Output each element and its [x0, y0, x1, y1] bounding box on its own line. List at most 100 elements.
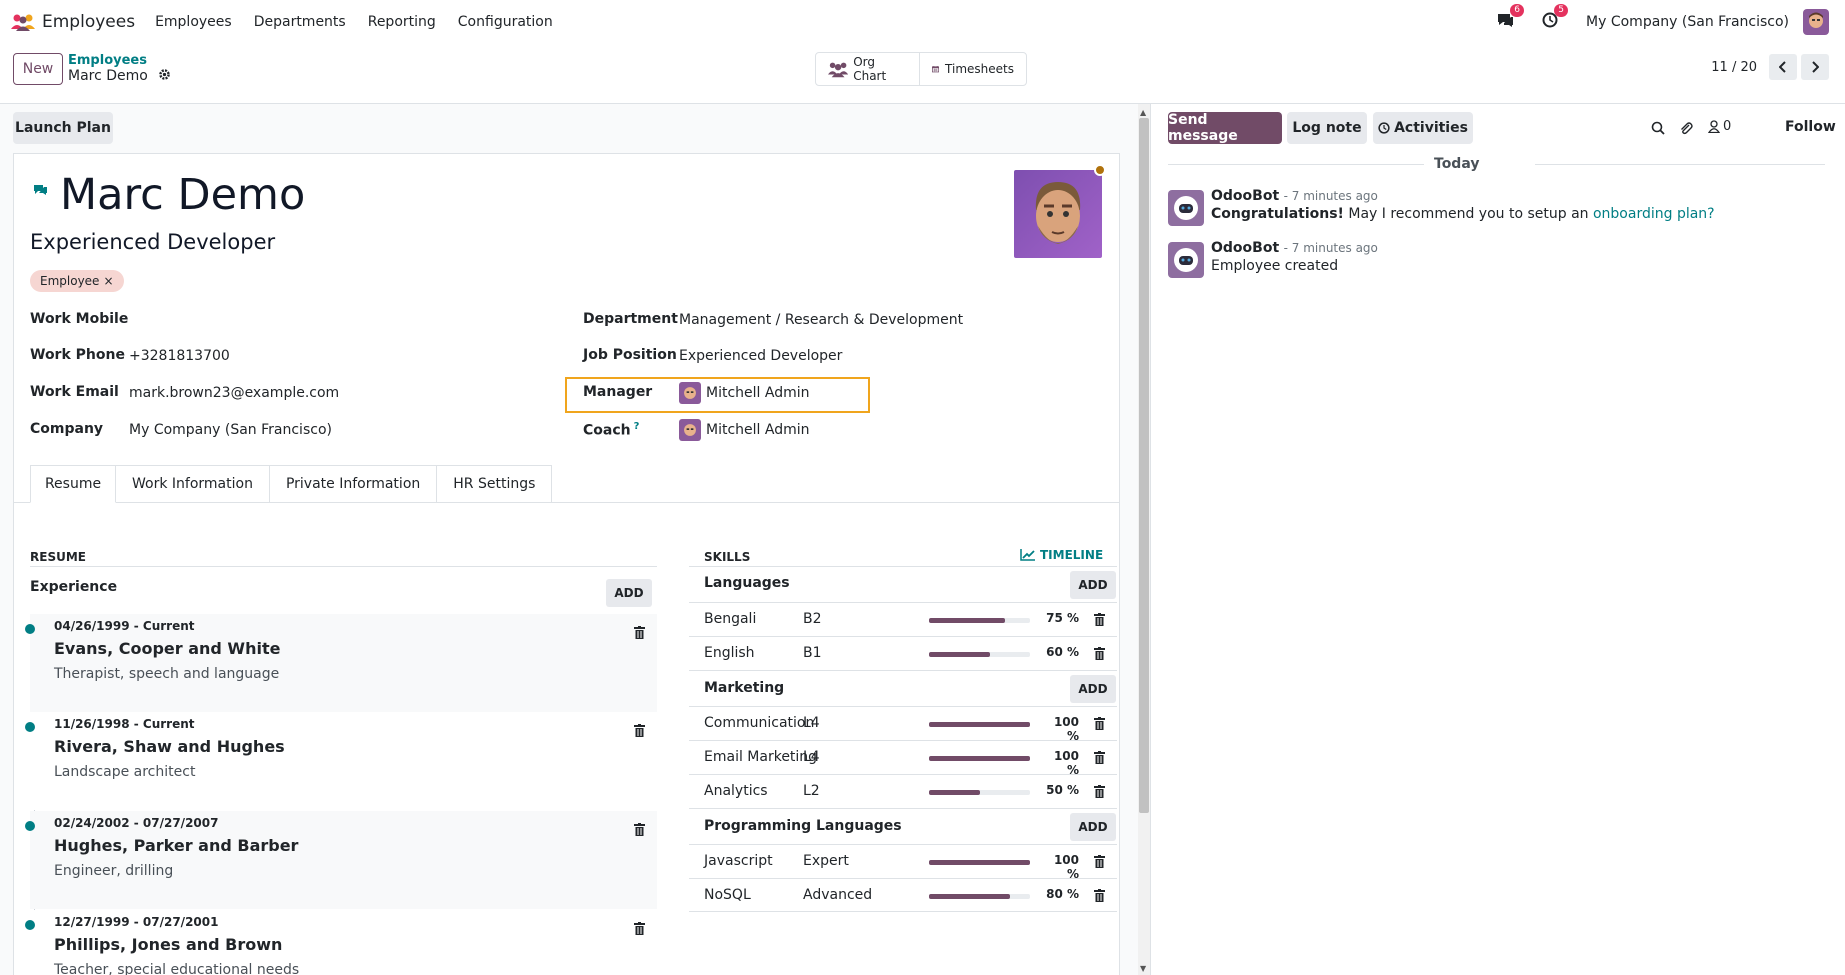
app-home[interactable]: Employees [10, 12, 135, 32]
pager-next[interactable] [1801, 54, 1829, 80]
timesheets-button[interactable]: Timesheets [919, 52, 1027, 86]
job-title[interactable]: Experienced Developer [30, 230, 275, 254]
form-scrollbar[interactable]: ▲ ▼ [1138, 104, 1150, 975]
skill-progress-bar [929, 860, 1030, 865]
add-skill-button[interactable]: ADD [1070, 571, 1116, 599]
job-position-label: Job Position [583, 347, 677, 363]
resume-item[interactable]: 12/27/1999 - 07/27/2001 Phillips, Jones … [25, 910, 657, 975]
coach-field[interactable]: Mitchell Admin [679, 419, 810, 441]
trash-icon[interactable] [1094, 717, 1105, 730]
manager-avatar-image [684, 387, 696, 399]
timeline-button[interactable]: TIMELINE [1020, 548, 1103, 562]
odoobot-avatar[interactable] [1168, 242, 1204, 278]
resume-date: 12/27/1999 - 07/27/2001 [54, 915, 219, 929]
menu-departments[interactable]: Departments [254, 14, 346, 30]
add-skill-button[interactable]: ADD [1070, 813, 1116, 841]
message-time: - 7 minutes ago [1283, 189, 1378, 203]
tab-resume[interactable]: Resume [30, 465, 116, 503]
skill-row[interactable]: Javascript Expert 100 % [689, 844, 1117, 881]
user-avatar[interactable] [1803, 9, 1829, 35]
tab-hr-settings[interactable]: HR Settings [437, 465, 553, 503]
new-button[interactable]: New [13, 53, 63, 85]
odoobot-avatar[interactable] [1168, 190, 1204, 226]
trash-icon[interactable] [634, 626, 645, 639]
pager-value[interactable]: 11 / 20 [1711, 60, 1757, 75]
skill-row[interactable]: English B1 60 % [689, 636, 1117, 670]
department-field[interactable]: Management / Research & Development [679, 312, 963, 328]
launch-plan-button[interactable]: Launch Plan [13, 112, 113, 144]
trash-icon[interactable] [1094, 889, 1105, 902]
menu-reporting[interactable]: Reporting [368, 14, 436, 30]
trash-icon[interactable] [634, 724, 645, 737]
trash-icon[interactable] [1094, 785, 1105, 798]
menu-employees[interactable]: Employees [155, 14, 232, 30]
trash-icon[interactable] [634, 823, 645, 836]
resume-item[interactable]: 11/26/1998 - Current Rivera, Shaw and Hu… [25, 712, 657, 810]
follow-button[interactable]: Follow [1785, 119, 1836, 135]
tab-work-information[interactable]: Work Information [116, 465, 270, 503]
trash-icon[interactable] [1094, 647, 1105, 660]
skill-row[interactable]: Communication L4 100 % [689, 706, 1117, 743]
trash-icon[interactable] [1094, 751, 1105, 764]
followers-button[interactable]: 0 [1708, 119, 1731, 134]
message-author[interactable]: OdooBot [1211, 188, 1279, 204]
skill-level: Expert [803, 853, 849, 869]
manager-field[interactable]: Mitchell Admin [679, 382, 810, 404]
activities-button[interactable]: 5 [1542, 4, 1569, 32]
trash-icon[interactable] [1094, 855, 1105, 868]
onboarding-plan-link[interactable]: onboarding plan? [1593, 206, 1715, 222]
org-chart-button[interactable]: Org Chart [815, 52, 920, 86]
trash-icon[interactable] [1094, 613, 1105, 626]
skill-row[interactable]: NoSQL Advanced 80 % [689, 878, 1117, 912]
search-icon[interactable] [1651, 121, 1665, 135]
skill-percent: 50 % [1046, 783, 1079, 797]
work-email-label: Work Email [30, 384, 119, 400]
timesheets-label: Timesheets [945, 62, 1014, 76]
trash-icon[interactable] [634, 922, 645, 935]
skill-progress-bar [929, 894, 1030, 899]
employee-tag: Employee × [30, 270, 124, 292]
messages-button[interactable]: 6 [1496, 4, 1525, 32]
log-note-button[interactable]: Log note [1287, 112, 1367, 144]
date-separator: Today [1434, 156, 1480, 172]
tag-remove-icon[interactable]: × [103, 274, 113, 288]
pager-previous[interactable] [1769, 54, 1797, 80]
skill-row[interactable]: Bengali B2 75 % [689, 602, 1117, 636]
resume-role: Teacher, special educational needs [54, 962, 300, 975]
resume-item[interactable]: 02/24/2002 - 07/27/2007 Hughes, Parker a… [25, 811, 657, 909]
work-email-field[interactable]: mark.brown23@example.com [129, 385, 339, 401]
breadcrumb-employees[interactable]: Employees [68, 53, 147, 68]
scroll-down-arrow[interactable]: ▼ [1140, 964, 1146, 973]
activities-button[interactable]: Activities [1373, 112, 1473, 144]
skill-level: B2 [803, 611, 822, 627]
skill-progress-fill [929, 894, 1010, 899]
add-experience-button[interactable]: ADD [606, 579, 652, 607]
menu-configuration[interactable]: Configuration [458, 14, 553, 30]
resume-item[interactable]: 04/26/1999 - Current Evans, Cooper and W… [25, 614, 657, 712]
employee-name[interactable]: Marc Demo [60, 170, 305, 220]
company-field[interactable]: My Company (San Francisco) [129, 422, 332, 438]
coach-help-icon[interactable]: ? [634, 421, 640, 432]
job-position-field[interactable]: Experienced Developer [679, 348, 842, 364]
skill-name: Analytics [704, 783, 768, 799]
scroll-up-arrow[interactable]: ▲ [1140, 108, 1146, 117]
message-author[interactable]: OdooBot [1211, 240, 1279, 256]
employee-avatar[interactable] [1014, 170, 1102, 258]
resume-date: 02/24/2002 - 07/27/2007 [54, 816, 219, 830]
skill-category: Programming Languages [689, 808, 1117, 844]
control-panel: New Employees Marc Demo Org Chart Timesh… [0, 44, 1845, 104]
send-message-button[interactable]: Send message [1168, 112, 1282, 144]
skill-row[interactable]: Analytics L2 50 % [689, 774, 1117, 808]
skill-category-name: Programming Languages [704, 818, 902, 834]
paperclip-icon[interactable] [1679, 121, 1693, 136]
gear-icon[interactable] [158, 68, 171, 81]
scrollbar-thumb[interactable] [1139, 118, 1149, 813]
add-skill-button[interactable]: ADD [1070, 675, 1116, 703]
work-phone-label: Work Phone [30, 347, 125, 363]
tab-private-information[interactable]: Private Information [269, 465, 438, 503]
chat-bubble-icon[interactable] [32, 184, 48, 196]
company-switcher[interactable]: My Company (San Francisco) [1586, 14, 1789, 30]
skill-row[interactable]: Email Marketing L4 100 % [689, 740, 1117, 777]
chatter-panel: Send message Log note Activities 0 Follo… [1150, 104, 1845, 975]
work-phone-field[interactable]: +3281813700 [129, 348, 230, 364]
